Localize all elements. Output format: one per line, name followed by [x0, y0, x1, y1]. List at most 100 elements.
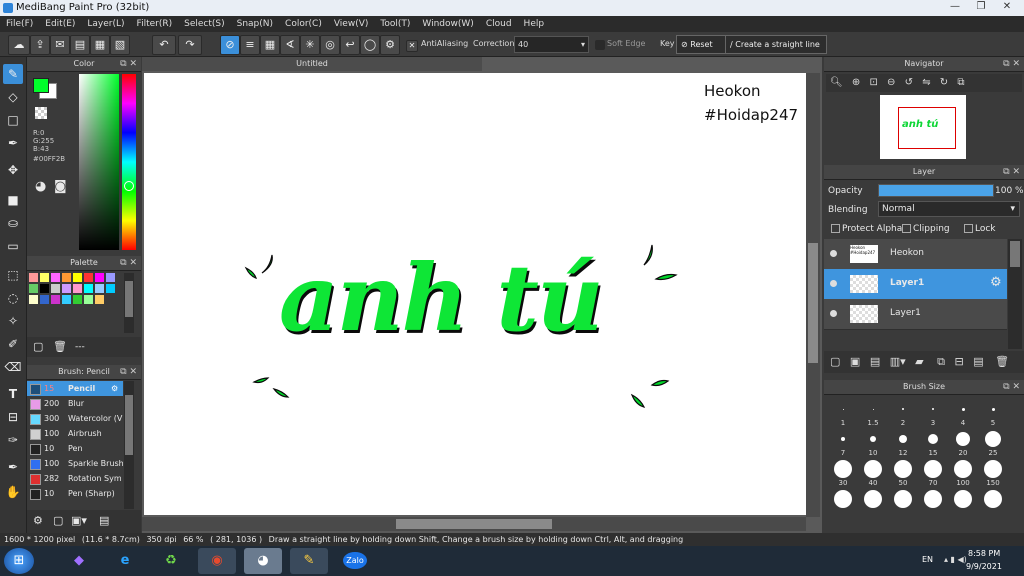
brush-size-option[interactable]: 20	[948, 428, 978, 458]
brush-size-option[interactable]: 100	[948, 458, 978, 488]
color-set-icon[interactable]: ◙	[54, 179, 67, 194]
lasso-tool-icon[interactable]: ◌	[3, 288, 23, 308]
brush-settings-icon[interactable]: ▣▾	[71, 514, 87, 527]
select-pen-tool-icon[interactable]: ✐	[3, 334, 23, 354]
layer-item-layer1-active[interactable]: Layer1 ⚙	[824, 269, 1007, 299]
brush-size-option[interactable]: 1	[828, 398, 858, 428]
brush-size-option[interactable]: 3	[918, 398, 948, 428]
menu-color[interactable]: Color(C)	[279, 19, 328, 29]
layer-properties-icon[interactable]: ▤	[973, 355, 983, 368]
start-button-icon[interactable]: ⊞	[4, 548, 34, 574]
comment-icon[interactable]: ✉	[50, 35, 70, 55]
palette-swatch[interactable]	[73, 273, 82, 282]
move-tool-icon[interactable]: ✥	[3, 160, 23, 180]
snap-off-icon[interactable]: ⊘	[220, 35, 240, 55]
menu-file[interactable]: File(F)	[0, 19, 39, 29]
menu-select[interactable]: Select(S)	[178, 19, 231, 29]
close-icon[interactable]: ⧉ ✕	[1003, 165, 1020, 179]
message-icon[interactable]: ▤	[70, 35, 90, 55]
palette-swatch[interactable]	[29, 273, 38, 282]
new-layer-icon[interactable]: ▢	[830, 355, 840, 368]
palette-swatch[interactable]	[51, 284, 60, 293]
brush-size-option[interactable]: 15	[918, 428, 948, 458]
snap-radial-icon[interactable]: ✳	[300, 35, 320, 55]
brush-list-item[interactable]: 10 Pen (Sharp)	[27, 486, 123, 501]
magic-wand-tool-icon[interactable]: ✧	[3, 311, 23, 331]
menu-filter[interactable]: Filter(R)	[131, 19, 179, 29]
palette-swatch[interactable]	[62, 284, 71, 293]
fit-icon[interactable]: ⊡	[869, 77, 877, 88]
palette-swatch[interactable]	[95, 273, 104, 282]
tab-untitled[interactable]: Untitled	[142, 57, 482, 71]
menu-cloud[interactable]: Cloud	[480, 19, 518, 29]
zoom-icon[interactable]: 🔍︎	[830, 77, 843, 88]
select-eraser-tool-icon[interactable]: ⌫	[3, 357, 23, 377]
share-icon[interactable]: ⇪	[30, 35, 50, 55]
close-icon[interactable]: ⧉ ✕	[120, 57, 137, 71]
chrome-icon[interactable]: ◉	[198, 548, 236, 574]
zoom-in-icon[interactable]: ⊕	[852, 77, 860, 88]
saturation-value-picker[interactable]	[79, 74, 119, 250]
menu-window[interactable]: Window(W)	[416, 19, 479, 29]
new-halftone-layer-icon[interactable]: ▣	[850, 355, 860, 368]
brush-size-option[interactable]: 30	[828, 458, 858, 488]
visibility-eye-icon[interactable]	[830, 310, 837, 317]
brush-size-option[interactable]: 150	[978, 458, 1008, 488]
brush-size-option[interactable]	[918, 488, 948, 518]
antialiasing-checkbox[interactable]: ✕	[406, 40, 418, 52]
close-button[interactable]: ✕	[994, 0, 1020, 14]
flip-icon[interactable]: ⇋	[922, 77, 930, 88]
maximize-button[interactable]: ❐	[968, 0, 994, 14]
duplicate-layer-icon[interactable]: ⧉	[937, 355, 945, 368]
folder-icon[interactable]: ▰	[915, 355, 923, 368]
palette-swatch[interactable]	[40, 295, 49, 304]
eyedropper-tool-icon[interactable]: ✑	[3, 430, 23, 450]
hue-slider-handle[interactable]	[124, 181, 134, 191]
horizontal-scrollbar[interactable]	[142, 517, 806, 531]
add-layer-menu-icon[interactable]: ▥▾	[890, 355, 906, 368]
menu-tool[interactable]: Tool(T)	[374, 19, 416, 29]
redo-icon[interactable]: ↷	[178, 35, 202, 55]
palette-swatch[interactable]	[62, 295, 71, 304]
new-8bit-layer-icon[interactable]: ▤	[870, 355, 880, 368]
hand-tool-icon[interactable]: ✋	[3, 482, 23, 502]
palette-swatch[interactable]	[51, 295, 60, 304]
brush-size-option[interactable]: 25	[978, 428, 1008, 458]
brush-size-option[interactable]: 50	[888, 458, 918, 488]
menu-edit[interactable]: Edit(E)	[39, 19, 81, 29]
pen-nib-tool-icon[interactable]: ✒	[3, 457, 23, 477]
menu-help[interactable]: Help	[518, 19, 551, 29]
foreground-color-swatch[interactable]	[33, 78, 49, 93]
menu-view[interactable]: View(V)	[328, 19, 375, 29]
document-icon[interactable]: ▦	[90, 35, 110, 55]
text-tool-icon[interactable]: T	[3, 384, 23, 404]
brush-tool-icon[interactable]: ✎	[3, 64, 23, 84]
medibang-icon[interactable]: ◕	[244, 548, 282, 574]
palette-swatch[interactable]	[84, 284, 93, 293]
palette-swatch[interactable]	[84, 273, 93, 282]
brush-list-item[interactable]: 200 Blur	[27, 396, 123, 411]
palette-swatch[interactable]	[106, 284, 115, 293]
brush-size-option[interactable]: 4	[948, 398, 978, 428]
brush-size-option[interactable]	[888, 488, 918, 518]
reset-view-icon[interactable]: ⧉	[957, 77, 964, 88]
opacity-slider[interactable]	[878, 184, 994, 197]
hue-slider[interactable]	[122, 74, 136, 250]
protect-alpha-checkbox[interactable]	[831, 224, 840, 233]
palette-swatch[interactable]	[73, 284, 82, 293]
delete-palette-icon[interactable]: 🗑	[53, 340, 67, 353]
navigator-thumbnail[interactable]: anh tú	[880, 95, 966, 159]
new-brush-icon[interactable]: ▢	[53, 514, 63, 527]
clipping-checkbox[interactable]	[902, 224, 911, 233]
palette-swatch[interactable]	[84, 295, 93, 304]
merge-layer-icon[interactable]: ⊟	[954, 355, 963, 368]
menu-snap[interactable]: Snap(N)	[231, 19, 279, 29]
bucket-tool-icon[interactable]: ⛀	[3, 213, 23, 233]
add-brush-icon[interactable]: ⚙	[33, 514, 43, 527]
brush-size-option[interactable]	[828, 488, 858, 518]
palette-swatch[interactable]	[40, 284, 49, 293]
brush-list-item[interactable]: 100 Sparkle Brush	[27, 456, 123, 471]
cloud-icon[interactable]: ☁	[8, 35, 30, 55]
transparent-color-swatch[interactable]	[35, 107, 47, 119]
brush-size-option[interactable]: 7	[828, 428, 858, 458]
